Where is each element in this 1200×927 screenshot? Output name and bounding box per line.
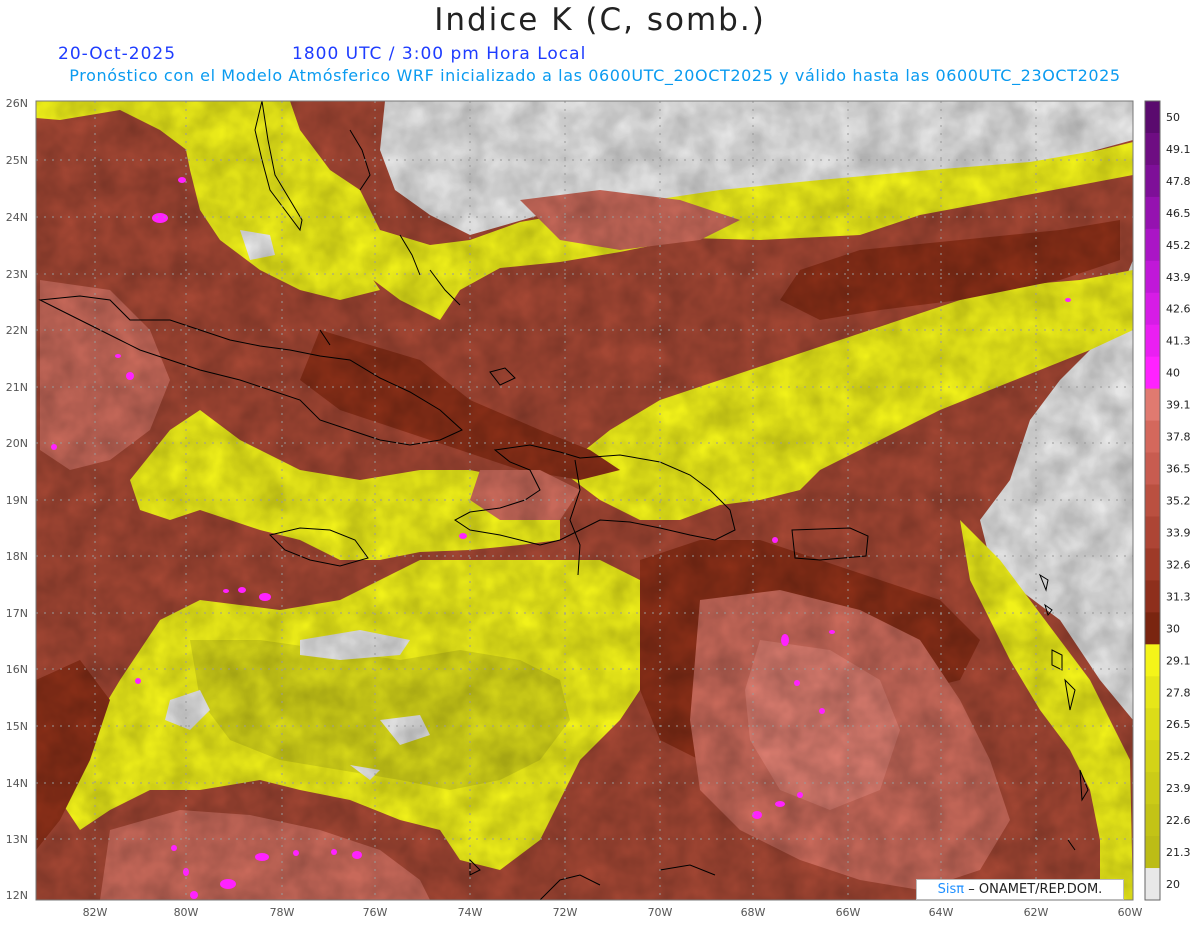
- colorbar-label: 30: [1166, 622, 1180, 635]
- colorbar-swatch: [1145, 612, 1160, 645]
- credit-brand: Sisπ: [937, 882, 965, 897]
- colorbar-label: 39.1: [1166, 399, 1191, 412]
- lon-label: 76W: [363, 906, 388, 919]
- lon-label: 68W: [741, 906, 766, 919]
- lon-label: 64W: [929, 906, 954, 919]
- lat-label: 16N: [6, 663, 28, 676]
- colorbar-label: 26.5: [1166, 718, 1191, 731]
- lon-label: 62W: [1024, 906, 1049, 919]
- colorbar-swatch: [1145, 228, 1160, 262]
- colorbar-label: 45.2: [1166, 239, 1191, 252]
- colorbar-swatch: [1145, 836, 1160, 869]
- colorbar-swatch: [1145, 420, 1160, 454]
- colorbar-label: 36.5: [1166, 463, 1191, 476]
- map-field: [36, 101, 1133, 900]
- colorbar-label: 50: [1166, 111, 1180, 124]
- colorbar-swatch: [1145, 548, 1160, 581]
- colorbar-swatch: [1145, 164, 1160, 198]
- lon-label: 66W: [836, 906, 861, 919]
- colorbar-swatch: [1145, 388, 1160, 422]
- colorbar-label: 20: [1166, 878, 1180, 891]
- colorbar-label: 21.3: [1166, 846, 1191, 859]
- lat-label: 21N: [6, 381, 28, 394]
- colorbar-swatch: [1145, 772, 1160, 805]
- colorbar-label: 29.1: [1166, 654, 1191, 667]
- colorbar-label: 46.5: [1166, 207, 1191, 220]
- lon-label: 74W: [458, 906, 483, 919]
- colorbar-label: 42.6: [1166, 303, 1191, 316]
- colorbar-swatch: [1145, 196, 1160, 230]
- lon-label: 60W: [1118, 906, 1143, 919]
- colorbar-label: 35.2: [1166, 495, 1191, 508]
- colorbar-label: 27.8: [1166, 686, 1191, 699]
- colorbar-swatch: [1145, 324, 1160, 358]
- colorbar-swatch: [1145, 644, 1160, 677]
- colorbar-swatch: [1145, 708, 1160, 741]
- lat-label: 23N: [6, 268, 28, 281]
- colorbar-label: 32.6: [1166, 558, 1191, 571]
- lon-label: 82W: [83, 906, 108, 919]
- colorbar-swatch: [1145, 356, 1160, 390]
- colorbar-label: 22.6: [1166, 814, 1191, 827]
- lat-label: 13N: [6, 833, 28, 846]
- lat-labels: 26N 25N 24N 23N 22N 21N 20N 19N 18N 17N …: [6, 97, 28, 902]
- colorbar-label: 37.8: [1166, 431, 1191, 444]
- colorbar: 50 49.1 47.8 46.5 45.2 43.9 42.6 41.3 40 39.1 37.8…: [1144, 100, 1191, 901]
- colorbar-swatch: [1145, 804, 1160, 837]
- lat-label: 19N: [6, 494, 28, 507]
- colorbar-label: 41.3: [1166, 335, 1191, 348]
- colorbar-label: 31.3: [1166, 590, 1191, 603]
- lat-label: 25N: [6, 154, 28, 167]
- lat-label: 26N: [6, 97, 28, 110]
- colorbar-label: 25.2: [1166, 750, 1191, 763]
- colorbar-label: 33.9: [1166, 526, 1191, 539]
- lat-label: 18N: [6, 550, 28, 563]
- lat-label: 22N: [6, 324, 28, 337]
- lon-label: 72W: [553, 906, 578, 919]
- colorbar-swatch: [1145, 676, 1160, 709]
- colorbar-label: 47.8: [1166, 175, 1191, 188]
- colorbar-swatch: [1145, 452, 1160, 486]
- colorbar-swatch: [1145, 132, 1160, 166]
- lon-labels: 82W 80W 78W 76W 74W 72W 70W 68W 66W 64W …: [83, 906, 1143, 919]
- lat-label: 24N: [6, 211, 28, 224]
- lat-label: 17N: [6, 607, 28, 620]
- lat-label: 20N: [6, 437, 28, 450]
- lat-label: 12N: [6, 889, 28, 902]
- credit-text: – ONAMET/REP.DOM.: [968, 882, 1103, 897]
- k-index-map: 26N 25N 24N 23N 22N 21N 20N 19N 18N 17N …: [6, 97, 1191, 919]
- lat-label: 15N: [6, 720, 28, 733]
- lon-label: 78W: [270, 906, 295, 919]
- colorbar-label: 23.9: [1166, 782, 1191, 795]
- colorbar-label: 49.1: [1166, 143, 1191, 156]
- colorbar-label: 40: [1166, 367, 1180, 380]
- colorbar-swatch: [1145, 740, 1160, 773]
- credit-box: Sisπ – ONAMET/REP.DOM.: [916, 879, 1124, 900]
- lon-label: 80W: [174, 906, 199, 919]
- colorbar-swatch: [1145, 101, 1160, 134]
- colorbar-swatch: [1145, 580, 1160, 613]
- colorbar-swatch: [1145, 260, 1160, 294]
- field-texture: [36, 101, 1133, 900]
- lat-label: 14N: [6, 777, 28, 790]
- colorbar-swatch: [1145, 484, 1160, 517]
- colorbar-swatch: [1145, 292, 1160, 326]
- colorbar-swatch: [1145, 868, 1160, 901]
- colorbar-label: 43.9: [1166, 271, 1191, 284]
- lon-label: 70W: [648, 906, 673, 919]
- colorbar-swatch: [1145, 516, 1160, 549]
